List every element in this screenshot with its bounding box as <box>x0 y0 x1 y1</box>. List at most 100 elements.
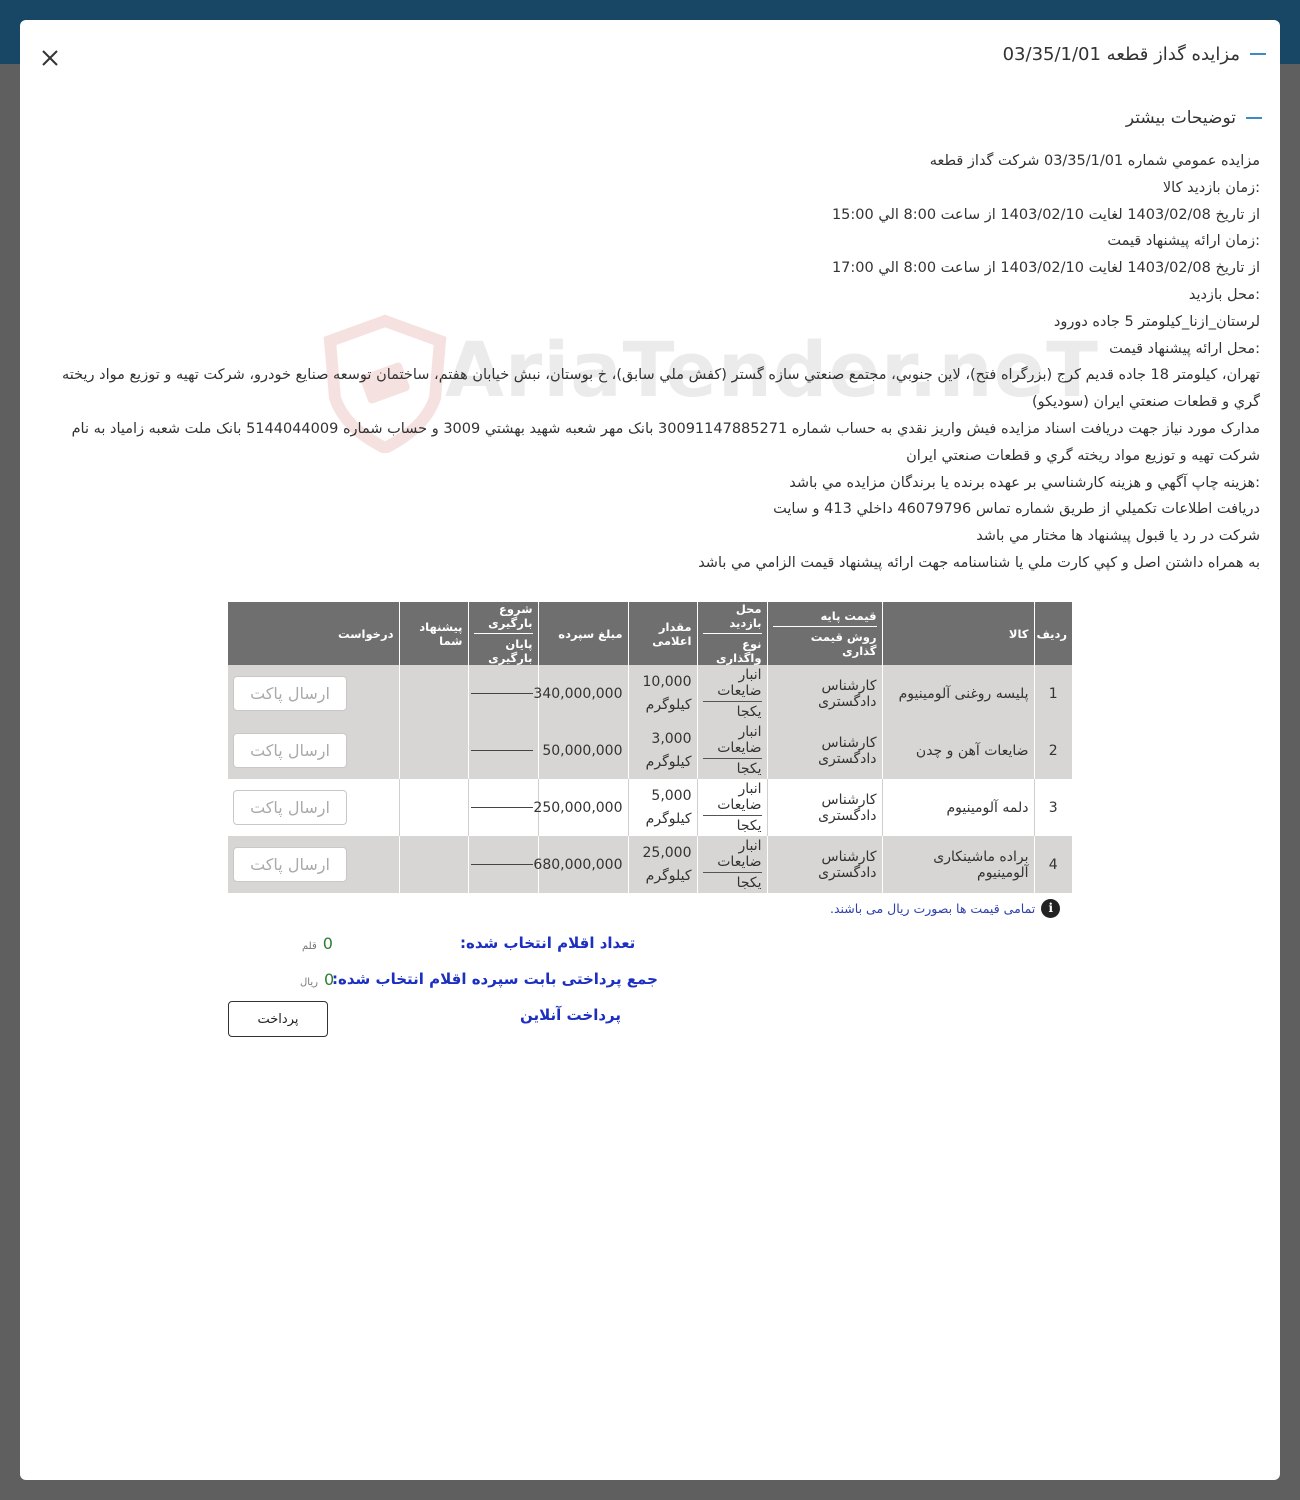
send-packet-button[interactable]: ارسال پاکت <box>233 790 347 825</box>
selected-count-label: تعداد اقلام انتخاب شده: <box>460 934 636 952</box>
selected-count-value: 0 <box>322 934 333 953</box>
transfer-type: يکجا <box>736 818 762 834</box>
loading-dates <box>467 779 538 836</box>
header-visit-place: محل بازديد <box>702 602 762 634</box>
transfer-type: يکجا <box>736 761 762 777</box>
quantity-cell: 3,000 کيلوگرم <box>627 722 697 779</box>
deposit-amount: 340,000,000 <box>533 665 628 722</box>
info-icon: i <box>1041 898 1061 918</box>
empty-line <box>470 807 533 808</box>
deposit-amount: 250,000,000 <box>533 779 628 836</box>
header-row-number: رديف <box>1033 602 1072 665</box>
description-line: :زمان بازديد کالا <box>1162 179 1260 196</box>
header-load-start: شروع بارگیری <box>473 602 533 634</box>
visit-place: انبار ضایعات <box>702 781 762 816</box>
your-offer <box>398 836 468 893</box>
send-packet-button[interactable]: ارسال پاکت <box>233 733 347 768</box>
visit-place: انبار ضایعات <box>702 838 762 873</box>
row-number: 4 <box>1033 836 1072 893</box>
send-packet-button[interactable]: ارسال پاکت <box>233 847 347 882</box>
header-load-end: پایان بارگیری <box>488 637 533 665</box>
empty-line <box>470 864 533 865</box>
description-line: :هزينه چاپ آگهي و هزينه کارشناسي بر عهده… <box>789 474 1260 491</box>
quantity-unit: کيلوگرم <box>645 753 692 770</box>
item-name: دلمه آلومينيوم <box>881 779 1034 836</box>
item-name: براده ماشينکاری آلومينيوم <box>881 836 1034 893</box>
currency-note-text: تمامی قیمت ها بصورت ریال می باشند. <box>830 900 1036 916</box>
header-price: قيمت پايه روش قيمت گذاری <box>766 602 882 665</box>
description-line: مدارک مورد نياز جهت دريافت اسناد مزايده … <box>71 420 1260 464</box>
description-line: لرستان_ازنا_کيلومتر 5 جاده دورود <box>1053 313 1260 330</box>
header-pricing-method: روش قيمت گذاری <box>810 630 877 658</box>
loading-dates <box>467 836 538 893</box>
pricing-method: کارشناس دادگستری <box>766 665 882 722</box>
description-line: از تاريخ 1403/02/08 لغايت 1403/02/10 از … <box>831 206 1260 223</box>
deposit-amount: 680,000,000 <box>533 836 628 893</box>
section-title-text: توضیحات بیشتر <box>1125 108 1236 128</box>
table-row: 1 پليسه روغنی آلومينيوم کارشناس دادگستری… <box>228 665 1072 722</box>
visit-cell: انبار ضایعات يکجا <box>696 779 767 836</box>
close-icon <box>42 50 58 66</box>
table-row: 3 دلمه آلومينيوم کارشناس دادگستری انبار … <box>228 779 1072 836</box>
your-offer <box>398 665 468 722</box>
items-table: رديف کالا قيمت پايه روش قيمت گذاری محل ب… <box>228 602 1072 893</box>
description-line: از تاريخ 1403/02/08 لغايت 1403/02/10 از … <box>831 260 1260 277</box>
row-number: 1 <box>1033 665 1072 722</box>
loading-dates <box>467 722 538 779</box>
visit-cell: انبار ضایعات يکجا <box>696 722 767 779</box>
items-table-container: رديف کالا قيمت پايه روش قيمت گذاری محل ب… <box>228 602 1072 893</box>
close-button[interactable] <box>38 46 62 70</box>
quantity-cell: 25,000 کيلوگرم <box>627 836 697 893</box>
header-item: کالا <box>881 602 1034 665</box>
transfer-type: يکجا <box>736 875 762 891</box>
pricing-method: کارشناس دادگستری <box>766 722 882 779</box>
item-name: ضايعات آهن و چدن <box>881 722 1034 779</box>
empty-line <box>470 693 533 694</box>
request-cell: ارسال پاکت <box>228 779 399 836</box>
description-line: مزايده عمومي شماره 03/35/1/01 شرکت گداز … <box>929 153 1260 169</box>
quantity-unit: کيلوگرم <box>645 867 692 884</box>
deposit-sum: 0 ریال <box>300 970 334 989</box>
description-line: :محل ارائه پيشنهاد قيمت <box>1109 340 1260 357</box>
quantity-value: 5,000 <box>651 787 692 804</box>
modal-title-text: مزایده گداز قطعه 03/35/1/01 <box>1002 43 1240 65</box>
request-cell: ارسال پاکت <box>228 836 399 893</box>
auction-description: مزايده عمومي شماره 03/35/1/01 شرکت گداز … <box>40 148 1260 577</box>
header-visit: محل بازديد نوع واگذاری <box>696 602 767 665</box>
request-cell: ارسال پاکت <box>228 722 399 779</box>
deposit-sum-label: جمع پرداختی بابت سپرده اقلام انتخاب شده: <box>332 970 658 988</box>
visit-place: انبار ضایعات <box>702 667 762 702</box>
quantity-unit: کيلوگرم <box>645 810 692 827</box>
quantity-unit: کيلوگرم <box>645 696 692 713</box>
visit-cell: انبار ضایعات يکجا <box>696 665 767 722</box>
online-payment-link[interactable]: پرداخت آنلاین <box>520 1006 621 1024</box>
item-name: پليسه روغنی آلومينيوم <box>881 665 1034 722</box>
table-header-row: رديف کالا قيمت پايه روش قيمت گذاری محل ب… <box>228 602 1072 665</box>
currency-note: i تمامی قیمت ها بصورت ریال می باشند. <box>830 898 1061 918</box>
description-line: به همراه داشتن اصل و کپي کارت ملي يا شنا… <box>698 554 1260 571</box>
your-offer <box>398 722 468 779</box>
pay-button[interactable]: پرداخت <box>228 1001 328 1037</box>
header-quantity: مقدار اعلامی <box>627 602 697 665</box>
quantity-value: 3,000 <box>651 730 692 747</box>
table-row: 2 ضايعات آهن و چدن کارشناس دادگستری انبا… <box>228 722 1072 779</box>
quantity-cell: 5,000 کيلوگرم <box>627 779 697 836</box>
auction-details-modal: مزایده گداز قطعه 03/35/1/01 توضیحات بیشت… <box>20 20 1280 1480</box>
deposit-sum-value: 0 <box>323 970 335 989</box>
visit-cell: انبار ضایعات يکجا <box>696 836 767 893</box>
row-number: 3 <box>1033 779 1072 836</box>
quantity-value: 10,000 <box>642 673 692 690</box>
row-number: 2 <box>1033 722 1072 779</box>
request-cell: ارسال پاکت <box>228 665 399 722</box>
description-line: :محل بازديد <box>1188 286 1260 303</box>
header-loading: شروع بارگیری پایان بارگیری <box>467 602 538 665</box>
your-offer <box>398 779 468 836</box>
header-your-offer: پیشنهاد شما <box>398 602 468 665</box>
send-packet-button[interactable]: ارسال پاکت <box>233 676 347 711</box>
selected-count-unit: قلم <box>302 941 317 952</box>
header-base-price: قيمت پايه <box>772 609 877 627</box>
title-dash <box>1250 53 1266 55</box>
selected-count: 0 قلم <box>302 934 333 953</box>
description-line: تهران، کيلومتر 18 جاده قديم کرج (بزرگراه… <box>61 367 1260 411</box>
modal-title: مزایده گداز قطعه 03/35/1/01 <box>1003 42 1266 66</box>
